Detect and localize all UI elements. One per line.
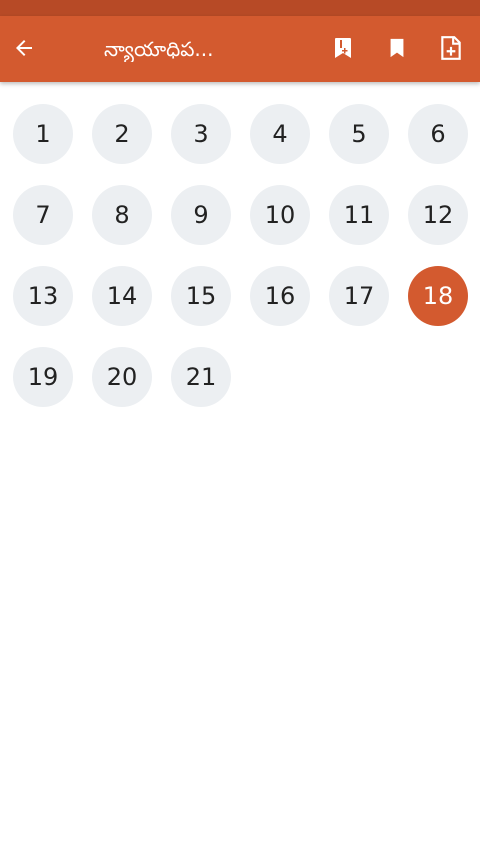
chapter-button-10[interactable]: 10: [250, 185, 310, 245]
chapter-button-14[interactable]: 14: [92, 266, 152, 326]
bookmark-add-icon: [335, 38, 351, 58]
bookmark-add-button[interactable]: [325, 30, 361, 66]
chapter-button-7[interactable]: 7: [13, 185, 73, 245]
chapter-button-2[interactable]: 2: [92, 104, 152, 164]
chapter-button-21[interactable]: 21: [171, 347, 231, 407]
note-add-button[interactable]: [433, 30, 469, 66]
bookmark-button[interactable]: [379, 30, 415, 66]
chapter-button-19[interactable]: 19: [13, 347, 73, 407]
chapter-button-6[interactable]: 6: [408, 104, 468, 164]
app-bar: న్యాయాధిప...: [0, 16, 480, 82]
chapter-button-4[interactable]: 4: [250, 104, 310, 164]
back-button[interactable]: [4, 28, 44, 68]
chapter-button-17[interactable]: 17: [329, 266, 389, 326]
chapter-button-11[interactable]: 11: [329, 185, 389, 245]
chapter-button-20[interactable]: 20: [92, 347, 152, 407]
status-bar: [0, 0, 480, 16]
bookmark-icon: [390, 38, 404, 58]
chapter-button-12[interactable]: 12: [408, 185, 468, 245]
chapter-button-5[interactable]: 5: [329, 104, 389, 164]
chapter-button-9[interactable]: 9: [171, 185, 231, 245]
chapter-button-16[interactable]: 16: [250, 266, 310, 326]
chapter-button-18[interactable]: 18: [408, 266, 468, 326]
note-add-icon: [441, 36, 461, 60]
chapter-button-13[interactable]: 13: [13, 266, 73, 326]
chapter-button-1[interactable]: 1: [13, 104, 73, 164]
chapter-button-15[interactable]: 15: [171, 266, 231, 326]
chapter-button-8[interactable]: 8: [92, 185, 152, 245]
arrow-left-icon: [16, 40, 32, 56]
page-title: న్యాయాధిప...: [104, 37, 214, 61]
chapter-button-3[interactable]: 3: [171, 104, 231, 164]
